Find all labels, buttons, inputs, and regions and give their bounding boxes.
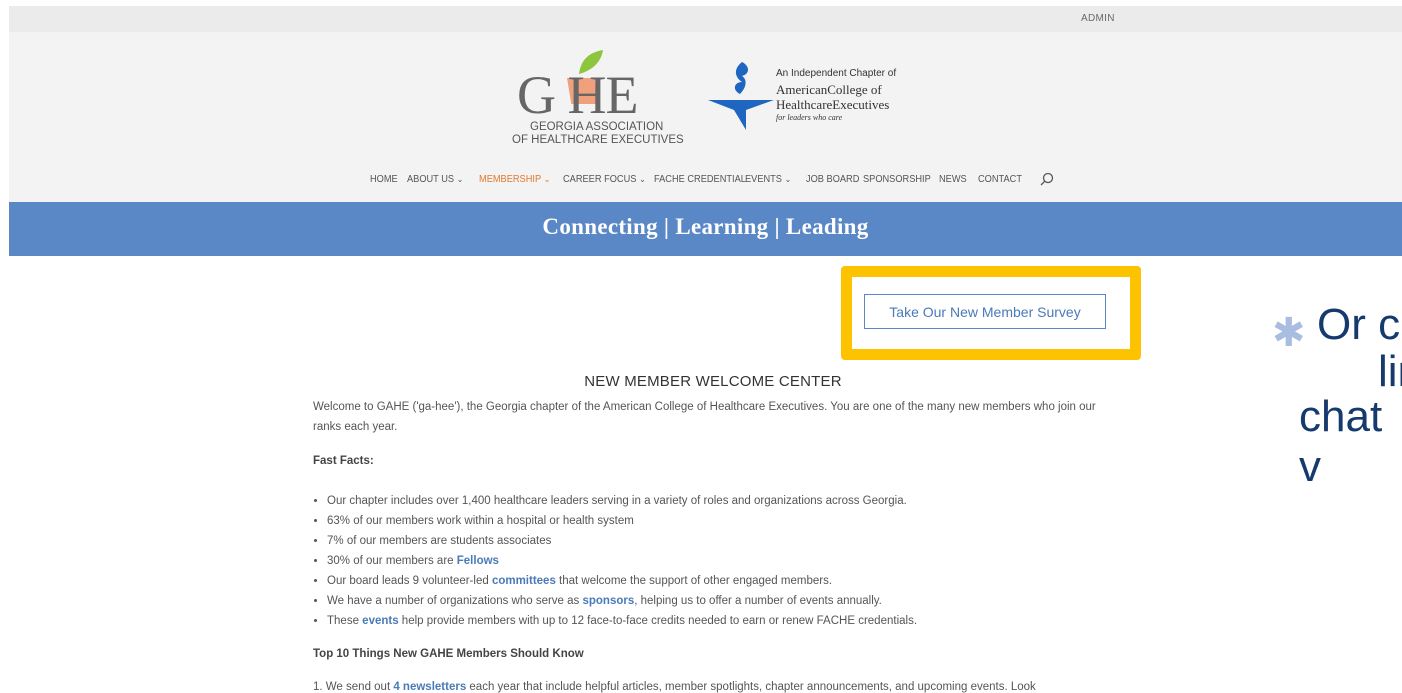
overlay-text-line1: Or c: [1317, 300, 1401, 349]
chevron-down-icon: ⌄: [456, 174, 464, 184]
sponsors-link[interactable]: sponsors: [582, 595, 634, 607]
top10-heading: Top 10 Things New GAHE Members Should Kn…: [313, 648, 584, 660]
nav-item-job-board[interactable]: JOB BOARD: [806, 173, 859, 185]
gahe-logo[interactable]: G HE GEORGIA ASSOCIATION OF HEALTHCARE E…: [509, 42, 724, 146]
nav-item-news[interactable]: NEWS: [939, 173, 967, 185]
ache-logo-line4: for leaders who care: [776, 113, 843, 122]
ache-flame-icon: [708, 62, 774, 130]
site-header: G HE GEORGIA ASSOCIATION OF HEALTHCARE E…: [9, 32, 1402, 202]
top-bar: ADMIN: [9, 6, 1402, 32]
list-item: These events help provide members with u…: [327, 611, 917, 631]
committees-link[interactable]: committees: [492, 575, 556, 587]
nav-item-career-focus[interactable]: CAREER FOCUS ⌄: [563, 173, 646, 185]
member-survey-button[interactable]: Take Our New Member Survey: [864, 294, 1106, 329]
gahe-logo-line2: OF HEALTHCARE EXECUTIVES: [512, 134, 684, 146]
list-item: 30% of our members are Fellows: [327, 551, 917, 571]
list-item: 7% of our members are students associate…: [327, 531, 917, 551]
overlay-text-line3: chat v: [1299, 392, 1383, 491]
ache-logo[interactable]: An Independent Chapter of AmericanColleg…: [706, 52, 946, 132]
ache-logo-line2: AmericanCollege of: [776, 82, 882, 97]
events-link[interactable]: events: [362, 615, 398, 627]
fast-facts-heading: Fast Facts:: [313, 455, 374, 467]
nav-item-events[interactable]: EVENTS ⌄: [745, 173, 791, 185]
list-item: 63% of our members work within a hospita…: [327, 511, 917, 531]
list-item: Our board leads 9 volunteer-led committe…: [327, 571, 917, 591]
page-title: NEW MEMBER WELCOME CENTER: [584, 373, 842, 390]
tagline: Connecting | Learning | Leading: [542, 214, 869, 239]
ache-logo-line1: An Independent Chapter of: [776, 68, 897, 79]
list-item: We have a number of organizations who se…: [327, 591, 917, 611]
nav-item-about-us[interactable]: ABOUT US ⌄: [407, 173, 463, 185]
admin-link[interactable]: ADMIN: [1081, 13, 1115, 24]
fellows-link[interactable]: Fellows: [457, 555, 499, 567]
newsletters-link[interactable]: 4 newsletters: [393, 681, 466, 693]
gahe-logo-letters: G HE: [517, 65, 638, 125]
main-nav: HOME ABOUT US ⌄ MEMBERSHIP ⌄ CAREER FOCUS ⌄…: [9, 170, 1402, 192]
tagline-banner: Connecting | Learning | Leading: [9, 202, 1402, 256]
chevron-down-icon: ⌄: [639, 174, 646, 184]
nav-item-fache-credential[interactable]: FACHE CREDENTIAL: [654, 173, 746, 185]
asterisk-icon: ✱: [1272, 311, 1306, 355]
top10-item-1: 1. We send out 4 newsletters each year t…: [313, 681, 1036, 693]
overlay-text-line2: lin: [1378, 347, 1402, 396]
intro-paragraph: Welcome to GAHE ('ga-hee'), the Georgia …: [313, 401, 1096, 433]
list-item: Our chapter includes over 1,400 healthca…: [327, 491, 917, 511]
chevron-down-icon: ⌄: [543, 174, 551, 184]
gahe-logo-line1: GEORGIA ASSOCIATION: [530, 121, 664, 133]
nav-item-home[interactable]: HOME: [370, 173, 398, 185]
nav-item-sponsorship[interactable]: SPONSORSHIP: [863, 173, 931, 185]
ache-logo-line3: HealthcareExecutives: [776, 97, 890, 112]
chevron-down-icon: ⌄: [784, 174, 792, 184]
search-icon[interactable]: [1039, 171, 1055, 187]
nav-item-membership[interactable]: MEMBERSHIP ⌄: [479, 173, 550, 185]
nav-item-contact[interactable]: CONTACT: [978, 173, 1022, 185]
fast-facts-list: Our chapter includes over 1,400 healthca…: [313, 491, 917, 631]
page: ADMIN G HE GEORGIA ASSOCIATION OF HEALTH…: [9, 6, 1402, 693]
